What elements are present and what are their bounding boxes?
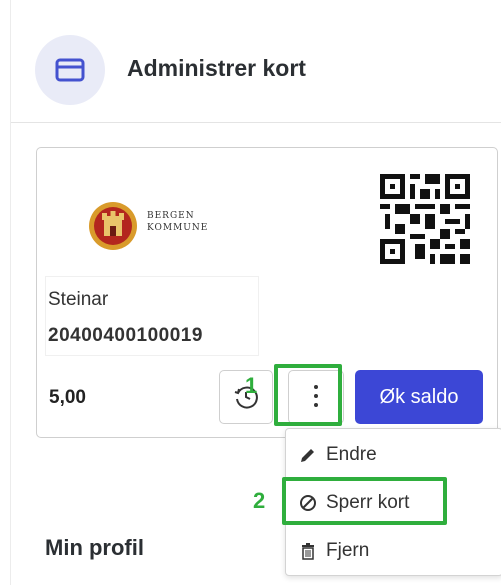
panel-header: Administrer kort xyxy=(11,0,501,123)
card-holder-block: Steinar 20400400100019 xyxy=(45,276,259,356)
menu-item-edit[interactable]: Endre xyxy=(286,433,501,477)
trash-icon xyxy=(302,543,314,560)
credit-card-icon xyxy=(55,58,85,82)
top-up-button[interactable]: Øk saldo xyxy=(355,370,483,424)
step-2-label: 2 xyxy=(253,488,266,513)
step-1-highlight xyxy=(274,364,342,426)
logo-line-1: BERGEN xyxy=(147,211,195,221)
header-icon-badge xyxy=(35,35,105,105)
bergen-kommune-logo: BERGEN KOMMUNE xyxy=(87,198,237,258)
step-2-highlight xyxy=(282,477,447,525)
menu-item-remove[interactable]: Fjern xyxy=(286,529,501,573)
menu-item-label: Fjern xyxy=(326,540,370,561)
qr-code-icon xyxy=(380,174,470,264)
balance-box: 5,00 xyxy=(45,370,220,424)
pencil-icon xyxy=(301,449,314,462)
card-number: 20400400100019 xyxy=(48,325,203,346)
section-title: Min profil xyxy=(45,535,144,560)
travel-card: BERGEN KOMMUNE Steinar 20400400100019 5,… xyxy=(36,147,498,438)
card-balance: 5,00 xyxy=(49,387,86,408)
step-1-label: 1 xyxy=(245,373,258,398)
logo-line-2: KOMMUNE xyxy=(147,223,209,233)
page-title: Administrer kort xyxy=(127,55,306,81)
logo-text: BERGEN KOMMUNE xyxy=(147,210,208,234)
menu-item-label: Endre xyxy=(326,444,377,465)
coat-of-arms-icon xyxy=(89,202,137,250)
card-holder-name: Steinar xyxy=(48,289,109,310)
